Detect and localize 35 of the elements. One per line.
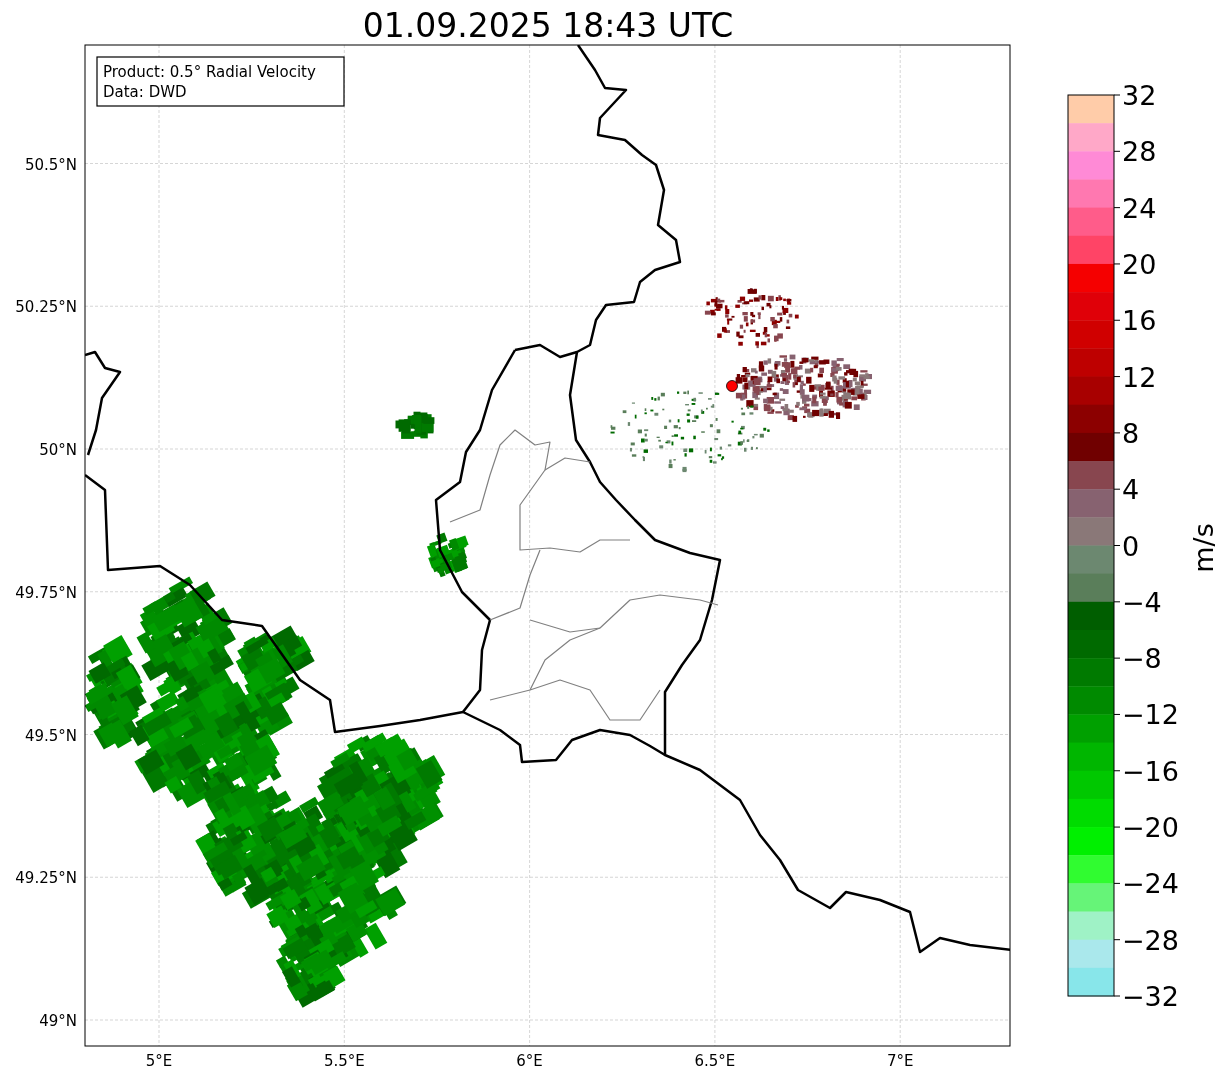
legend-text: Data: DWD: [103, 83, 187, 101]
colorbar-tick-label: 24: [1122, 192, 1157, 224]
radar-echo-drawing: [395, 411, 435, 439]
colorbar-tick-label: 8: [1122, 417, 1140, 449]
colorbar-tick-label: −28: [1122, 924, 1179, 956]
chart-title: 01.09.2025 18:43 UTC: [362, 6, 734, 45]
colorbar-tick-label: −4: [1122, 586, 1162, 618]
latitude-label: 49.75°N: [15, 583, 77, 602]
colorbar-tick-label: −8: [1122, 643, 1162, 675]
longitude-label: 5.5°E: [323, 1052, 365, 1070]
latitude-label: 49.5°N: [24, 726, 77, 745]
colorbar-tick-label: −16: [1122, 755, 1179, 787]
longitude-label: 6.5°E: [694, 1052, 736, 1070]
colorbar-label: m/s: [1188, 523, 1219, 573]
radar-site-marker: [726, 380, 738, 392]
colorbar-tick-label: 12: [1122, 361, 1157, 393]
latitude-label: 49.25°N: [15, 869, 77, 888]
longitude-label: 6°E: [516, 1052, 543, 1070]
latitude-label: 49°N: [39, 1012, 77, 1030]
colorbar-tick-label: 28: [1122, 136, 1157, 168]
colorbar-tick-label: −32: [1122, 981, 1179, 1012]
latitude-label: 50.5°N: [24, 155, 77, 174]
colorbar-tick-label: 32: [1122, 80, 1157, 111]
longitude-label: 5°E: [145, 1052, 173, 1070]
colorbar-tick-label: 4: [1122, 474, 1140, 506]
colorbar-tick-label: 20: [1122, 248, 1157, 280]
colorbar-tick-label: 16: [1122, 305, 1157, 337]
legend-text: Product: 0.5° Radial Velocity: [103, 63, 316, 81]
longitude-label: 7°E: [886, 1052, 914, 1070]
colorbar-tick-label: −20: [1122, 812, 1179, 844]
colorbar-tick-label: −12: [1122, 699, 1179, 731]
colorbar-tick-label: −24: [1122, 868, 1179, 900]
latitude-label: 50°N: [39, 441, 77, 459]
colorbar-tick-label: 0: [1122, 530, 1140, 562]
latitude-label: 50.25°N: [15, 298, 77, 317]
